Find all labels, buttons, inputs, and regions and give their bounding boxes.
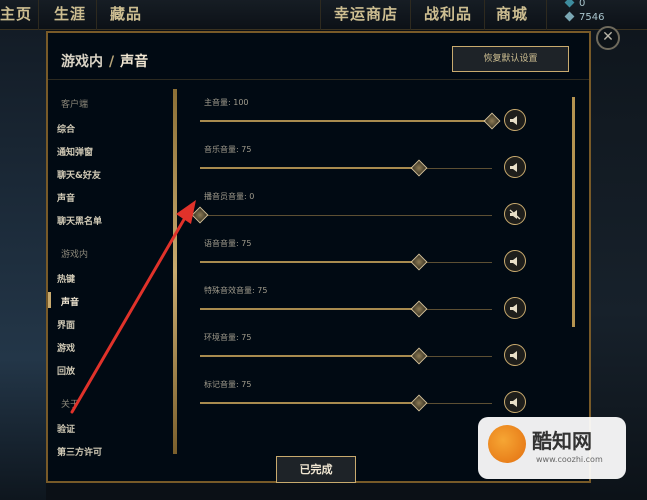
- nav-divider: [96, 0, 97, 30]
- sidebar-item-third-party-licenses[interactable]: 第三方许可: [57, 445, 102, 458]
- slider-handle[interactable]: [483, 112, 501, 130]
- watermark-url: www.coozhi.com: [536, 455, 603, 464]
- slider-handle[interactable]: [191, 206, 209, 224]
- slider-track[interactable]: [200, 215, 492, 216]
- slider-fill: [200, 355, 419, 357]
- be-balance: 7546: [564, 11, 605, 23]
- nav-divider: [484, 0, 485, 30]
- nav-store[interactable]: 商城: [496, 3, 528, 24]
- sidebar-item-chat-blocklist[interactable]: 聊天黑名单: [57, 214, 102, 227]
- sidebar-divider: [173, 89, 177, 454]
- breadcrumb-parent: 游戏内: [61, 54, 103, 70]
- mute-toggle-button[interactable]: [504, 109, 526, 131]
- mute-toggle-button[interactable]: [504, 156, 526, 178]
- nav-loot[interactable]: 战利品: [424, 3, 472, 24]
- slider-label: 特殊音效音量: 75: [204, 286, 268, 295]
- close-settings-button[interactable]: ✕: [596, 26, 620, 50]
- sidebar-item-client-sound[interactable]: 声音: [57, 191, 75, 204]
- sidebar-item-notifications[interactable]: 通知弹窗: [57, 145, 93, 158]
- close-icon: ✕: [602, 29, 614, 45]
- background-art-left: [0, 30, 46, 500]
- slider-label: 标记音量: 75: [204, 380, 252, 389]
- slider-fill: [200, 402, 419, 404]
- be-amount: 7546: [579, 12, 605, 23]
- slider-handle[interactable]: [410, 300, 428, 318]
- speaker-icon: [510, 398, 517, 407]
- slider-fill: [200, 261, 419, 263]
- sidebar-item-hotkeys[interactable]: 热键: [57, 272, 75, 285]
- slider-handle[interactable]: [410, 253, 428, 271]
- sidebar-item-ingame-sound[interactable]: 声音: [61, 295, 79, 308]
- rp-amount: 0: [579, 0, 586, 9]
- mute-toggle-button[interactable]: [504, 297, 526, 319]
- speaker-icon: [510, 116, 517, 125]
- nav-divider: [320, 0, 321, 30]
- sidebar-item-chat-friends[interactable]: 聊天&好友: [57, 168, 101, 181]
- coozhi-logo-icon: [488, 425, 526, 463]
- blue-essence-icon: [564, 11, 575, 22]
- content-scrollbar[interactable]: [572, 97, 575, 327]
- settings-modal: 游戏内 / 声音 恢复默认设置 客户端 综合 通知弹窗 聊天&好友 声音 聊天黑名单…: [46, 31, 591, 483]
- sidebar-item-replay[interactable]: 回放: [57, 364, 75, 377]
- nav-divider: [38, 0, 39, 30]
- sidebar-section-about: 关于: [61, 400, 80, 410]
- sidebar-section-client: 客户端: [61, 100, 89, 110]
- mute-toggle-button[interactable]: [504, 391, 526, 413]
- breadcrumb: 游戏内 / 声音: [61, 51, 148, 71]
- muted-speaker-icon: [509, 209, 521, 220]
- nav-divider: [546, 0, 547, 30]
- slider-label: 环境音量: 75: [204, 333, 252, 342]
- mute-toggle-button[interactable]: [504, 250, 526, 272]
- slider-fill: [200, 167, 419, 169]
- settings-sidebar: 客户端 综合 通知弹窗 聊天&好友 声音 聊天黑名单 游戏内 热键 声音 界面 …: [48, 83, 173, 483]
- top-nav-bar: 主页 生涯 藏品 幸运商店 战利品 商城 0 7546: [0, 0, 647, 30]
- nav-home[interactable]: 主页: [0, 3, 32, 24]
- slider-label: 播音员音量: 0: [204, 192, 255, 201]
- mute-toggle-button[interactable]: [504, 344, 526, 366]
- watermark-brand: 酷知网: [532, 429, 592, 453]
- nav-lucky-shop[interactable]: 幸运商店: [334, 3, 398, 24]
- sidebar-item-verification[interactable]: 验证: [57, 422, 75, 435]
- nav-career[interactable]: 生涯: [54, 3, 86, 24]
- sidebar-item-general[interactable]: 综合: [57, 122, 75, 135]
- slider-handle[interactable]: [410, 159, 428, 177]
- slider-label: 主音量: 100: [204, 98, 249, 107]
- speaker-icon: [510, 163, 517, 172]
- title-divider: [48, 79, 589, 80]
- slider-handle[interactable]: [410, 394, 428, 412]
- rp-icon: [564, 0, 575, 8]
- slider-fill: [200, 120, 492, 122]
- sidebar-item-game[interactable]: 游戏: [57, 341, 75, 354]
- slider-handle[interactable]: [410, 347, 428, 365]
- speaker-icon: [510, 257, 517, 266]
- slider-fill: [200, 308, 419, 310]
- speaker-icon: [510, 351, 517, 360]
- watermark: 酷知网 www.coozhi.com: [478, 417, 626, 479]
- active-indicator: [48, 292, 51, 308]
- breadcrumb-separator: /: [109, 54, 115, 70]
- done-button[interactable]: 已完成: [276, 456, 356, 483]
- restore-defaults-button[interactable]: 恢复默认设置: [452, 46, 569, 72]
- sidebar-section-ingame: 游戏内: [61, 250, 89, 260]
- mute-toggle-button[interactable]: [504, 203, 526, 225]
- speaker-icon: [510, 304, 517, 313]
- nav-collection[interactable]: 藏品: [110, 3, 142, 24]
- page-title: 声音: [120, 54, 149, 70]
- sidebar-item-interface[interactable]: 界面: [57, 318, 75, 331]
- rp-balance: 0: [564, 0, 586, 9]
- slider-label: 语音音量: 75: [204, 239, 252, 248]
- nav-divider: [410, 0, 411, 30]
- slider-label: 音乐音量: 75: [204, 145, 252, 154]
